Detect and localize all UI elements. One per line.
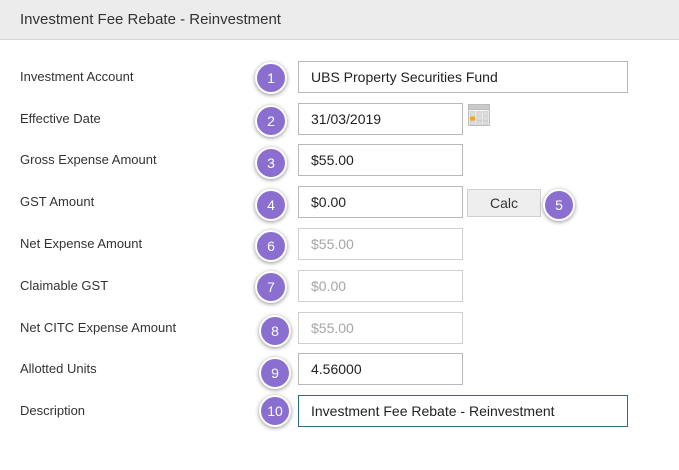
step-badge-8: 8 xyxy=(259,315,291,347)
gross-expense-row: Gross Expense Amount 3 xyxy=(0,144,679,179)
allotted-units-row: Allotted Units 9 xyxy=(0,353,679,389)
calendar-icon[interactable] xyxy=(468,104,490,126)
net-citc-expense-label: Net CITC Expense Amount xyxy=(20,320,177,335)
investment-account-label: Investment Account xyxy=(20,69,134,84)
gross-expense-field[interactable] xyxy=(298,144,463,176)
step-badge-10: 10 xyxy=(259,395,291,427)
effective-date-field[interactable] xyxy=(298,103,463,135)
net-expense-row: Net Expense Amount 6 xyxy=(0,228,679,262)
net-expense-label: Net Expense Amount xyxy=(20,236,143,251)
net-citc-expense-row: Net CITC Expense Amount 8 xyxy=(0,312,679,347)
step-badge-6: 6 xyxy=(255,230,287,262)
allotted-units-field[interactable] xyxy=(298,353,463,385)
description-row: Description 10 xyxy=(0,395,679,429)
step-badge-3: 3 xyxy=(255,147,287,179)
effective-date-row: Effective Date 2 xyxy=(0,103,679,137)
net-citc-expense-field xyxy=(298,312,463,344)
calc-button[interactable]: Calc xyxy=(467,189,541,217)
step-badge-7: 7 xyxy=(255,271,287,303)
step-badge-2: 2 xyxy=(255,105,287,137)
description-label: Description xyxy=(20,403,86,418)
claimable-gst-label: Claimable GST xyxy=(20,278,109,293)
step-badge-4: 4 xyxy=(255,189,287,221)
gst-amount-label: GST Amount xyxy=(20,194,95,209)
page-title: Investment Fee Rebate - Reinvestment xyxy=(20,11,281,28)
step-badge-5: 5 xyxy=(543,189,575,221)
page-header: Investment Fee Rebate - Reinvestment xyxy=(0,0,679,40)
investment-account-row: Investment Account 1 xyxy=(0,61,679,95)
step-badge-9: 9 xyxy=(259,357,291,389)
step-badge-1: 1 xyxy=(255,62,287,94)
allotted-units-label: Allotted Units xyxy=(20,361,97,376)
description-field[interactable] xyxy=(298,395,628,427)
investment-account-field[interactable] xyxy=(298,61,628,93)
net-expense-field xyxy=(298,228,463,260)
gross-expense-label: Gross Expense Amount xyxy=(20,152,157,167)
claimable-gst-row: Claimable GST 7 xyxy=(0,270,679,304)
effective-date-label: Effective Date xyxy=(20,111,101,126)
gst-amount-field[interactable] xyxy=(298,186,463,218)
gst-amount-row: GST Amount 4 Calc 5 xyxy=(0,186,679,221)
claimable-gst-field xyxy=(298,270,463,302)
